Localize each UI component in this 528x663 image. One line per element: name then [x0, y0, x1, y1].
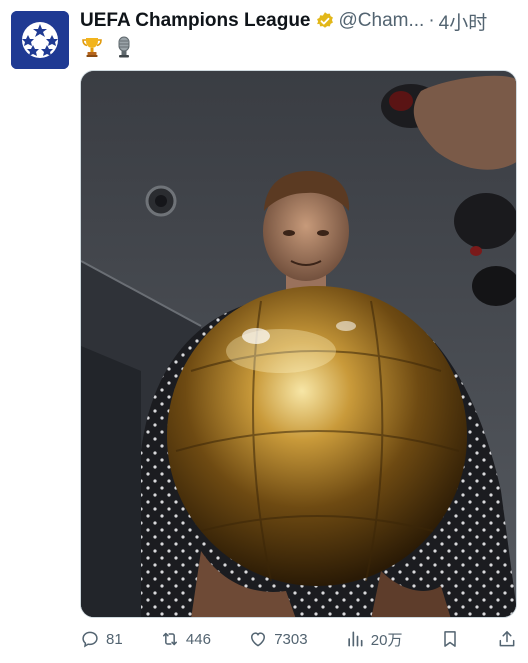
tweet-action-bar: 81 446 7303 20万 — [80, 624, 517, 654]
tweet-header: UEFA Champions League @Cham... · 4小时 — [80, 8, 487, 34]
heart-icon — [251, 632, 266, 647]
separator-dot: · — [428, 10, 435, 31]
retweet-button[interactable]: 446 — [160, 629, 211, 649]
ucl-starball-logo-icon — [11, 11, 69, 69]
gold-verified-badge-icon[interactable] — [315, 11, 335, 31]
share-button[interactable] — [497, 629, 517, 649]
retweet-count: 446 — [185, 630, 211, 648]
reply-button[interactable]: 81 — [80, 629, 123, 649]
like-count: 7303 — [274, 630, 308, 648]
views-bar-chart-icon — [348, 631, 363, 647]
trophy-icon — [80, 35, 104, 59]
reply-count: 81 — [106, 630, 123, 648]
like-button[interactable]: 7303 — [248, 629, 308, 649]
avatar[interactable] — [11, 11, 69, 69]
retweet-icon — [162, 632, 177, 646]
microphone-icon — [112, 35, 136, 59]
tweet-text — [80, 33, 136, 61]
reply-icon — [82, 631, 98, 648]
views-button[interactable]: 20万 — [345, 629, 403, 650]
tweet-photo[interactable] — [80, 70, 517, 618]
author-name[interactable]: UEFA Champions League — [80, 10, 311, 32]
bookmark-icon — [443, 631, 456, 647]
views-count: 20万 — [370, 631, 403, 649]
photo-messi-ballon-dor — [81, 71, 516, 617]
timestamp[interactable]: 4小时 — [439, 8, 488, 35]
bookmark-button[interactable] — [440, 629, 460, 649]
share-icon — [499, 631, 515, 647]
author-handle[interactable]: @Cham... — [339, 10, 425, 32]
